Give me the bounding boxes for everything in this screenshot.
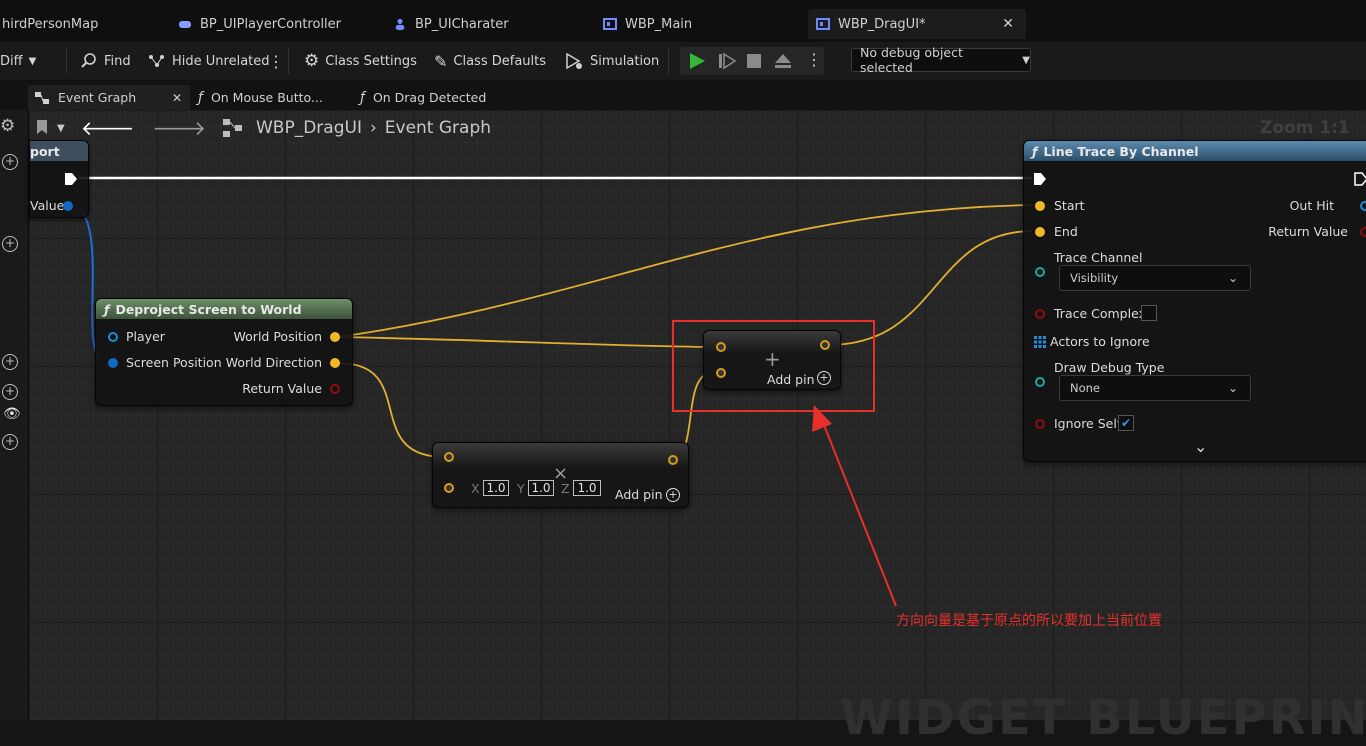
pin-label: Out Hit [1289,198,1334,213]
trace-channel-pin[interactable] [1035,267,1045,277]
draw-debug-type-dropdown[interactable]: None ⌄ [1059,375,1251,401]
pin-label: Trace Channel [1054,250,1143,265]
trace-complex-pin[interactable] [1035,309,1045,319]
forward-arrow-icon[interactable]: 🡒 [152,116,206,140]
pin-label: Actors to Ignore [1050,334,1150,349]
exec-out-pin[interactable] [64,172,78,186]
y-axis-label: Y [517,481,525,496]
graph-hierarchy-icon [222,119,242,137]
function-icon: ƒ [104,301,110,317]
player-pin[interactable] [108,332,118,342]
node-title: port [30,143,60,159]
vector-wire [337,362,447,458]
pin-label: Return Value [1268,224,1348,239]
function-icon: ƒ [1032,143,1038,159]
ignore-self-checkbox[interactable]: ✔ [1118,415,1134,431]
vector-wire [337,336,715,348]
pin-label: Start [1054,198,1085,213]
trace-channel-dropdown[interactable]: Visibility ⌄ [1059,265,1251,291]
breadcrumb: ▼ 🡐 🡒 WBP_DragUI › Event Graph [29,112,491,144]
annotation-arrow [821,419,897,607]
node-partial-left[interactable]: port Value [29,140,89,218]
breadcrumb-current: Event Graph [384,118,492,138]
expand-chevron-icon[interactable]: ⌄ [1194,437,1207,456]
exec-out-pin[interactable] [1354,172,1366,186]
screen-position-pin[interactable] [108,358,118,368]
pin-label: Ignore Self [1054,416,1122,431]
vector-input-fields: X 1.0 Y 1.0 Z 1.0 [471,480,606,498]
chevron-down-icon: ⌄ [1227,271,1238,285]
exec-in-pin[interactable] [1033,172,1047,186]
pin-label: Draw Debug Type [1054,360,1165,375]
node-title: Deproject Screen to World [115,301,302,317]
annotation-highlight-box [672,320,875,412]
out-hit-pin[interactable] [1360,201,1366,211]
pin-label: World Direction [225,355,322,370]
node-vector-multiply[interactable]: × X 1.0 Y 1.0 Z 1.0 Add pin + [432,442,689,508]
dropdown-value: Visibility [1070,271,1119,285]
multiply-output-pin[interactable] [668,455,678,465]
dropdown-value: None [1070,381,1101,395]
chevron-down-icon[interactable]: ▼ [57,123,65,134]
array-grid-icon[interactable] [1034,336,1046,348]
z-axis-label: Z [561,481,570,496]
bookmark-icon[interactable] [35,119,51,137]
pin-label: Trace Complex [1054,306,1146,321]
return-value-pin[interactable] [1360,227,1366,237]
chevron-right-icon: › [369,118,377,138]
annotation-text: 方向向量是基于原点的所以要加上当前位置 [896,613,1162,629]
chevron-down-icon: ⌄ [1227,381,1238,395]
vector-wire [337,204,1033,338]
zoom-level: Zoom 1:1 [1260,118,1350,138]
pin-label: End [1054,224,1078,239]
x-value-input[interactable]: 1.0 [483,480,509,496]
pin-label: World Position [233,329,322,344]
draw-debug-type-pin[interactable] [1035,377,1045,387]
return-value-pin[interactable] [330,384,340,394]
z-value-input[interactable]: 1.0 [573,480,601,496]
start-pin[interactable] [1035,201,1045,211]
node-header: port [30,141,88,161]
x-axis-label: X [471,481,480,496]
multiply-input-a-pin[interactable] [444,452,454,462]
back-arrow-icon[interactable]: 🡐 [81,116,135,140]
pin-label: Return Value [242,381,322,396]
node-deproject-screen-to-world[interactable]: ƒ Deproject Screen to World Player Scree… [95,298,353,406]
node-header: ƒ Line Trace By Channel [1024,141,1366,161]
world-position-pin[interactable] [330,332,340,342]
return-value-pin[interactable] [63,201,73,211]
trace-complex-checkbox[interactable] [1141,305,1157,321]
pin-label: Screen Position [126,355,222,370]
pin-label: Value [30,198,65,213]
multiply-input-b-pin[interactable] [444,483,454,493]
world-direction-pin[interactable] [330,358,340,368]
pin-label: Player [126,329,165,344]
ignore-self-pin[interactable] [1035,419,1045,429]
add-pin-button[interactable]: Add pin [615,487,663,502]
breadcrumb-root[interactable]: WBP_DragUI [256,118,362,138]
y-value-input[interactable]: 1.0 [528,480,554,496]
node-title: Line Trace By Channel [1043,143,1199,159]
end-pin[interactable] [1035,227,1045,237]
node-line-trace-by-channel[interactable]: ƒ Line Trace By Channel Start End Out Hi… [1023,140,1366,462]
node-header: ƒ Deproject Screen to World [96,299,352,319]
add-pin-icon[interactable]: + [666,488,680,502]
